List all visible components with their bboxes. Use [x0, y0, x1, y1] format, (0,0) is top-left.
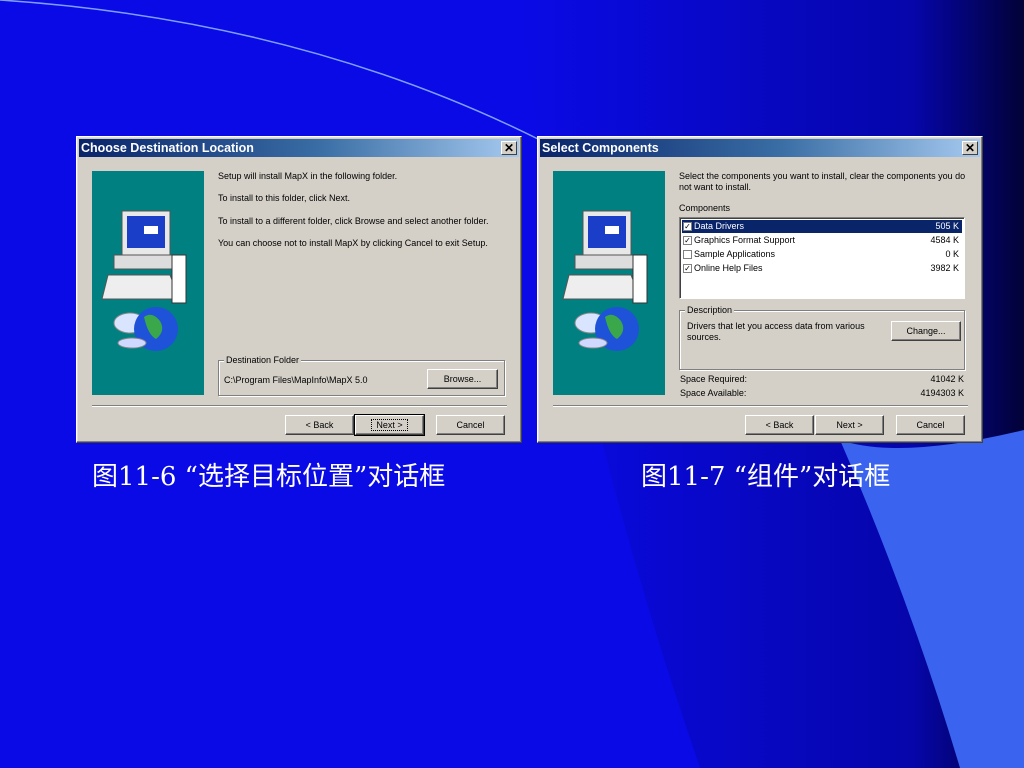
browse-button[interactable]: Browse... — [427, 369, 498, 389]
back-button[interactable]: < Back — [285, 415, 354, 435]
space-available-label: Space Available: — [680, 388, 747, 398]
description-group: Description Drivers that let you access … — [679, 305, 965, 370]
intro-line-3: To install to a different folder, click … — [218, 216, 489, 226]
component-size: 0 K — [945, 249, 959, 259]
footer-separator — [553, 405, 968, 407]
cancel-button[interactable]: Cancel — [896, 415, 965, 435]
component-size: 4584 K — [930, 235, 959, 245]
next-label: Next > — [371, 419, 408, 431]
list-item[interactable]: Sample Applications 0 K — [682, 248, 962, 261]
description-text: Drivers that let you access data from va… — [687, 321, 865, 342]
component-size: 3982 K — [930, 263, 959, 273]
list-item[interactable]: ✓ Online Help Files 3982 K — [682, 262, 962, 275]
group-label: Description — [685, 305, 735, 316]
close-icon[interactable]: ✕ — [501, 141, 517, 155]
dialog-title: Choose Destination Location — [81, 141, 254, 155]
group-label: Destination Folder — [224, 355, 302, 366]
space-required-label: Space Required: — [680, 374, 748, 384]
component-name: Graphics Format Support — [694, 235, 796, 245]
change-button[interactable]: Change... — [891, 321, 961, 341]
setup-artwork — [92, 171, 204, 395]
select-components-dialog: Select Components ✕ Select the component… — [537, 136, 983, 443]
dialog-title: Select Components — [542, 141, 659, 155]
computer-globe-icon — [562, 210, 648, 351]
checkbox-icon[interactable] — [683, 250, 692, 259]
space-required-value: 41042 K — [930, 374, 964, 384]
component-size: 505 K — [935, 221, 959, 231]
components-list[interactable]: ✓ Data Drivers 505 K ✓ Graphics Format S… — [679, 217, 965, 299]
caption-figure-11-6: 图11-6 “选择目标位置”对话框 — [92, 462, 446, 492]
dialog-titlebar[interactable]: Choose Destination Location ✕ — [79, 139, 519, 157]
next-button[interactable]: Next > — [815, 415, 884, 435]
component-name: Data Drivers — [694, 221, 745, 231]
choose-destination-dialog: Choose Destination Location ✕ Setup will… — [76, 136, 522, 443]
caption-figure-11-7: 图11-7 “组件”对话框 — [641, 462, 891, 492]
component-name: Sample Applications — [694, 249, 776, 259]
checkbox-icon[interactable]: ✓ — [683, 222, 692, 231]
checkbox-icon[interactable]: ✓ — [683, 264, 692, 273]
computer-globe-icon — [101, 210, 187, 351]
cancel-button[interactable]: Cancel — [436, 415, 505, 435]
checkbox-icon[interactable]: ✓ — [683, 236, 692, 245]
intro-line-2: To install to this folder, click Next. — [218, 193, 351, 203]
destination-path: C:\Program Files\MapInfo\MapX 5.0 — [224, 375, 368, 385]
destination-folder-group: Destination Folder C:\Program Files\MapI… — [218, 355, 505, 396]
components-label: Components — [679, 203, 731, 213]
back-button[interactable]: < Back — [745, 415, 814, 435]
next-button[interactable]: Next > — [354, 414, 425, 436]
close-icon[interactable]: ✕ — [962, 141, 978, 155]
dialog-titlebar[interactable]: Select Components ✕ — [540, 139, 980, 157]
list-item[interactable]: ✓ Graphics Format Support 4584 K — [682, 234, 962, 247]
component-name: Online Help Files — [694, 263, 763, 273]
footer-separator — [92, 405, 507, 407]
intro-text: Select the components you want to instal… — [679, 171, 966, 192]
intro-line-1: Setup will install MapX in the following… — [218, 171, 398, 181]
list-item[interactable]: ✓ Data Drivers 505 K — [682, 220, 962, 233]
intro-line-4: You can choose not to install MapX by cl… — [218, 238, 488, 248]
setup-artwork — [553, 171, 665, 395]
space-available-value: 4194303 K — [920, 388, 964, 398]
